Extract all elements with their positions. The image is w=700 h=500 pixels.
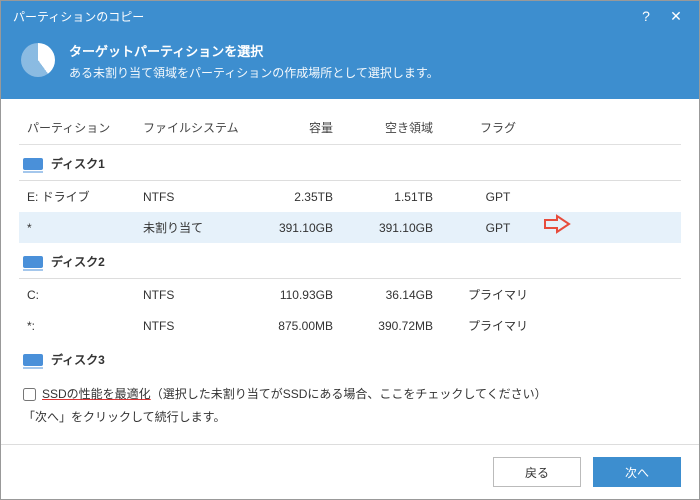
cell-partition: E: ドライブ [23,188,143,205]
ssd-checkbox-input[interactable] [23,388,36,401]
hint-text: 「次へ」をクリックして続行します。 [23,406,677,429]
ssd-label-prefix: SSDの性能を最適化 [42,387,151,401]
cell-capacity: 391.10GB [253,221,353,235]
cell-flag: GPT [453,190,543,204]
cell-free: 36.14GB [353,288,453,302]
disk-header: ディスク3 [19,341,681,373]
partition-row[interactable]: *未割り当て391.10GB391.10GBGPT [19,212,681,243]
cell-flag: プライマリ [453,317,543,334]
pointer-arrow-icon [543,214,573,237]
disk-name: ディスク3 [51,351,105,368]
cell-capacity: 110.93GB [253,288,353,302]
wizard-header: ターゲットパーティションを選択 ある未割り当て領域をパーティションの作成場所とし… [1,31,699,99]
cell-capacity: 2.35TB [253,190,353,204]
header-title: ターゲットパーティションを選択 [69,41,439,60]
ssd-optimize-checkbox[interactable]: SSDの性能を最適化（選択した未割り当てがSSDにある場合、ここをチェックしてく… [23,383,677,406]
col-flag: フラグ [453,119,543,136]
disk-icon [23,256,43,268]
cell-filesystem: NTFS [143,319,253,333]
col-capacity: 容量 [253,119,353,136]
partition-pie-icon [21,43,55,77]
disk-name: ディスク1 [51,155,105,172]
cell-free: 390.72MB [353,319,453,333]
partition-row[interactable]: C:NTFS110.93GB36.14GBプライマリ [19,279,681,310]
cell-flag: プライマリ [453,286,543,303]
cell-filesystem: NTFS [143,190,253,204]
cell-free: 1.51TB [353,190,453,204]
header-subtitle: ある未割り当て領域をパーティションの作成場所として選択します。 [69,64,439,81]
cell-partition: *: [23,319,143,333]
ssd-label-suffix: （選択した未割り当てがSSDにある場合、ここをチェックしてください） [151,387,547,401]
disk-header: ディスク2 [19,243,681,279]
disk-name: ディスク2 [51,253,105,270]
cell-flag: GPT [453,221,543,235]
disk-header: ディスク1 [19,145,681,181]
dialog-window: パーティションのコピー ? ✕ ターゲットパーティションを選択 ある未割り当て領… [0,0,700,500]
cell-capacity: 875.00MB [253,319,353,333]
close-icon[interactable]: ✕ [661,8,691,25]
options-area: SSDの性能を最適化（選択した未割り当てがSSDにある場合、ここをチェックしてく… [19,373,681,429]
cell-partition: * [23,221,143,235]
back-button[interactable]: 戻る [493,457,581,487]
cell-filesystem: 未割り当て [143,219,253,236]
col-partition: パーティション [23,119,143,136]
titlebar: パーティションのコピー ? ✕ [1,1,699,31]
content-area: パーティション ファイルシステム 容量 空き領域 フラグ ディスク1 E: ドライ… [1,99,699,444]
cell-free: 391.10GB [353,221,453,235]
col-filesystem: ファイルシステム [143,119,253,136]
footer: 戻る 次へ [1,444,699,499]
cell-partition: C: [23,288,143,302]
cell-filesystem: NTFS [143,288,253,302]
column-headers: パーティション ファイルシステム 容量 空き領域 フラグ [19,113,681,145]
partition-row[interactable]: *:NTFS875.00MB390.72MBプライマリ [19,310,681,341]
disk-icon [23,354,43,366]
window-title: パーティションのコピー [13,8,631,25]
next-button[interactable]: 次へ [593,457,681,487]
disk-icon [23,158,43,170]
partition-list[interactable]: パーティション ファイルシステム 容量 空き領域 フラグ ディスク1 E: ドライ… [19,113,681,373]
ssd-label: SSDの性能を最適化（選択した未割り当てがSSDにある場合、ここをチェックしてく… [42,383,547,406]
col-free: 空き領域 [353,119,453,136]
partition-row[interactable]: E: ドライブNTFS2.35TB1.51TBGPT [19,181,681,212]
help-icon[interactable]: ? [631,8,661,24]
header-text: ターゲットパーティションを選択 ある未割り当て領域をパーティションの作成場所とし… [69,41,439,81]
